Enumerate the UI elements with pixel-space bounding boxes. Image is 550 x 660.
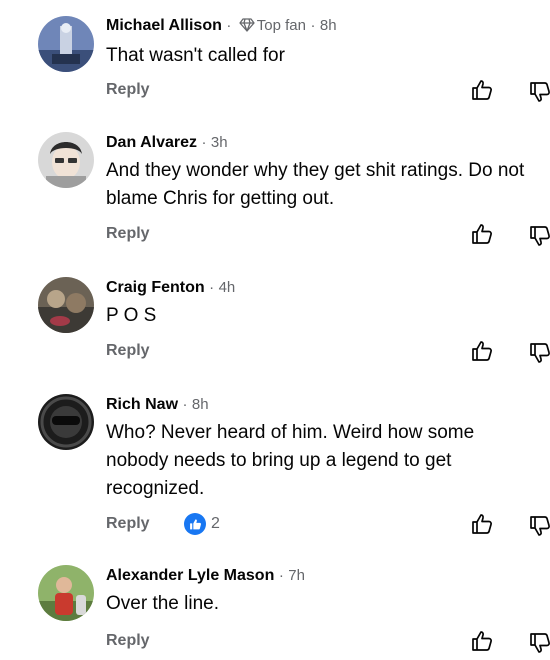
- thumbs-down-outline-icon[interactable]: [528, 224, 550, 253]
- top-fan-badge: Top fan: [256, 17, 306, 34]
- thumbs-up-outline-icon[interactable]: [470, 78, 494, 107]
- comment-time[interactable]: 7h: [288, 567, 305, 584]
- commenter-name[interactable]: Dan Alvarez: [106, 134, 197, 151]
- thumbs-up-outline-icon[interactable]: [470, 629, 494, 658]
- comment-text: And they wonder why they get shit rating…: [106, 160, 525, 209]
- commenter-name[interactable]: Michael Allison: [106, 17, 222, 34]
- thumbs-down-outline-icon[interactable]: [528, 514, 550, 543]
- avatar[interactable]: [38, 132, 94, 188]
- separator: ·: [209, 279, 215, 296]
- avatar[interactable]: [38, 565, 94, 621]
- thumbs-down-outline-icon[interactable]: [528, 631, 550, 660]
- reply-button[interactable]: Reply: [106, 339, 150, 363]
- thumbs-down-outline-icon[interactable]: [528, 341, 550, 370]
- commenter-name[interactable]: Rich Naw: [106, 396, 178, 413]
- comment-text: That wasn't called for: [106, 45, 285, 66]
- commenter-name[interactable]: Craig Fenton: [106, 279, 205, 296]
- separator: ·: [278, 567, 284, 584]
- reply-button[interactable]: Reply: [106, 78, 150, 102]
- avatar[interactable]: [38, 277, 94, 333]
- separator: ·: [201, 134, 207, 151]
- reaction-summary[interactable]: 2: [184, 513, 220, 535]
- reply-button[interactable]: Reply: [106, 512, 150, 536]
- thumbs-up-outline-icon[interactable]: [470, 222, 494, 251]
- commenter-name[interactable]: Alexander Lyle Mason: [106, 567, 274, 584]
- separator: ·: [182, 396, 188, 413]
- diamond-badge-icon: [239, 18, 255, 38]
- avatar[interactable]: [38, 16, 94, 72]
- reply-button[interactable]: Reply: [106, 629, 150, 653]
- avatar[interactable]: [38, 394, 94, 450]
- comment-text: Over the line.: [106, 593, 219, 614]
- comment-time[interactable]: 8h: [192, 396, 209, 413]
- comment-text: Who? Never heard of him. Weird how some …: [106, 422, 475, 499]
- comment-time[interactable]: 3h: [211, 134, 228, 151]
- thumbs-down-outline-icon[interactable]: [528, 80, 550, 109]
- thumbs-up-outline-icon[interactable]: [470, 512, 494, 541]
- comment-text: P O S: [106, 305, 157, 326]
- comment-time[interactable]: 4h: [219, 279, 236, 296]
- reply-button[interactable]: Reply: [106, 222, 150, 246]
- separator: ·: [226, 17, 232, 34]
- like-reaction-icon: [184, 513, 206, 535]
- separator: ·: [310, 17, 316, 34]
- comment-time[interactable]: 8h: [320, 17, 337, 34]
- like-count: 2: [211, 515, 220, 532]
- thumbs-up-outline-icon[interactable]: [470, 339, 494, 368]
